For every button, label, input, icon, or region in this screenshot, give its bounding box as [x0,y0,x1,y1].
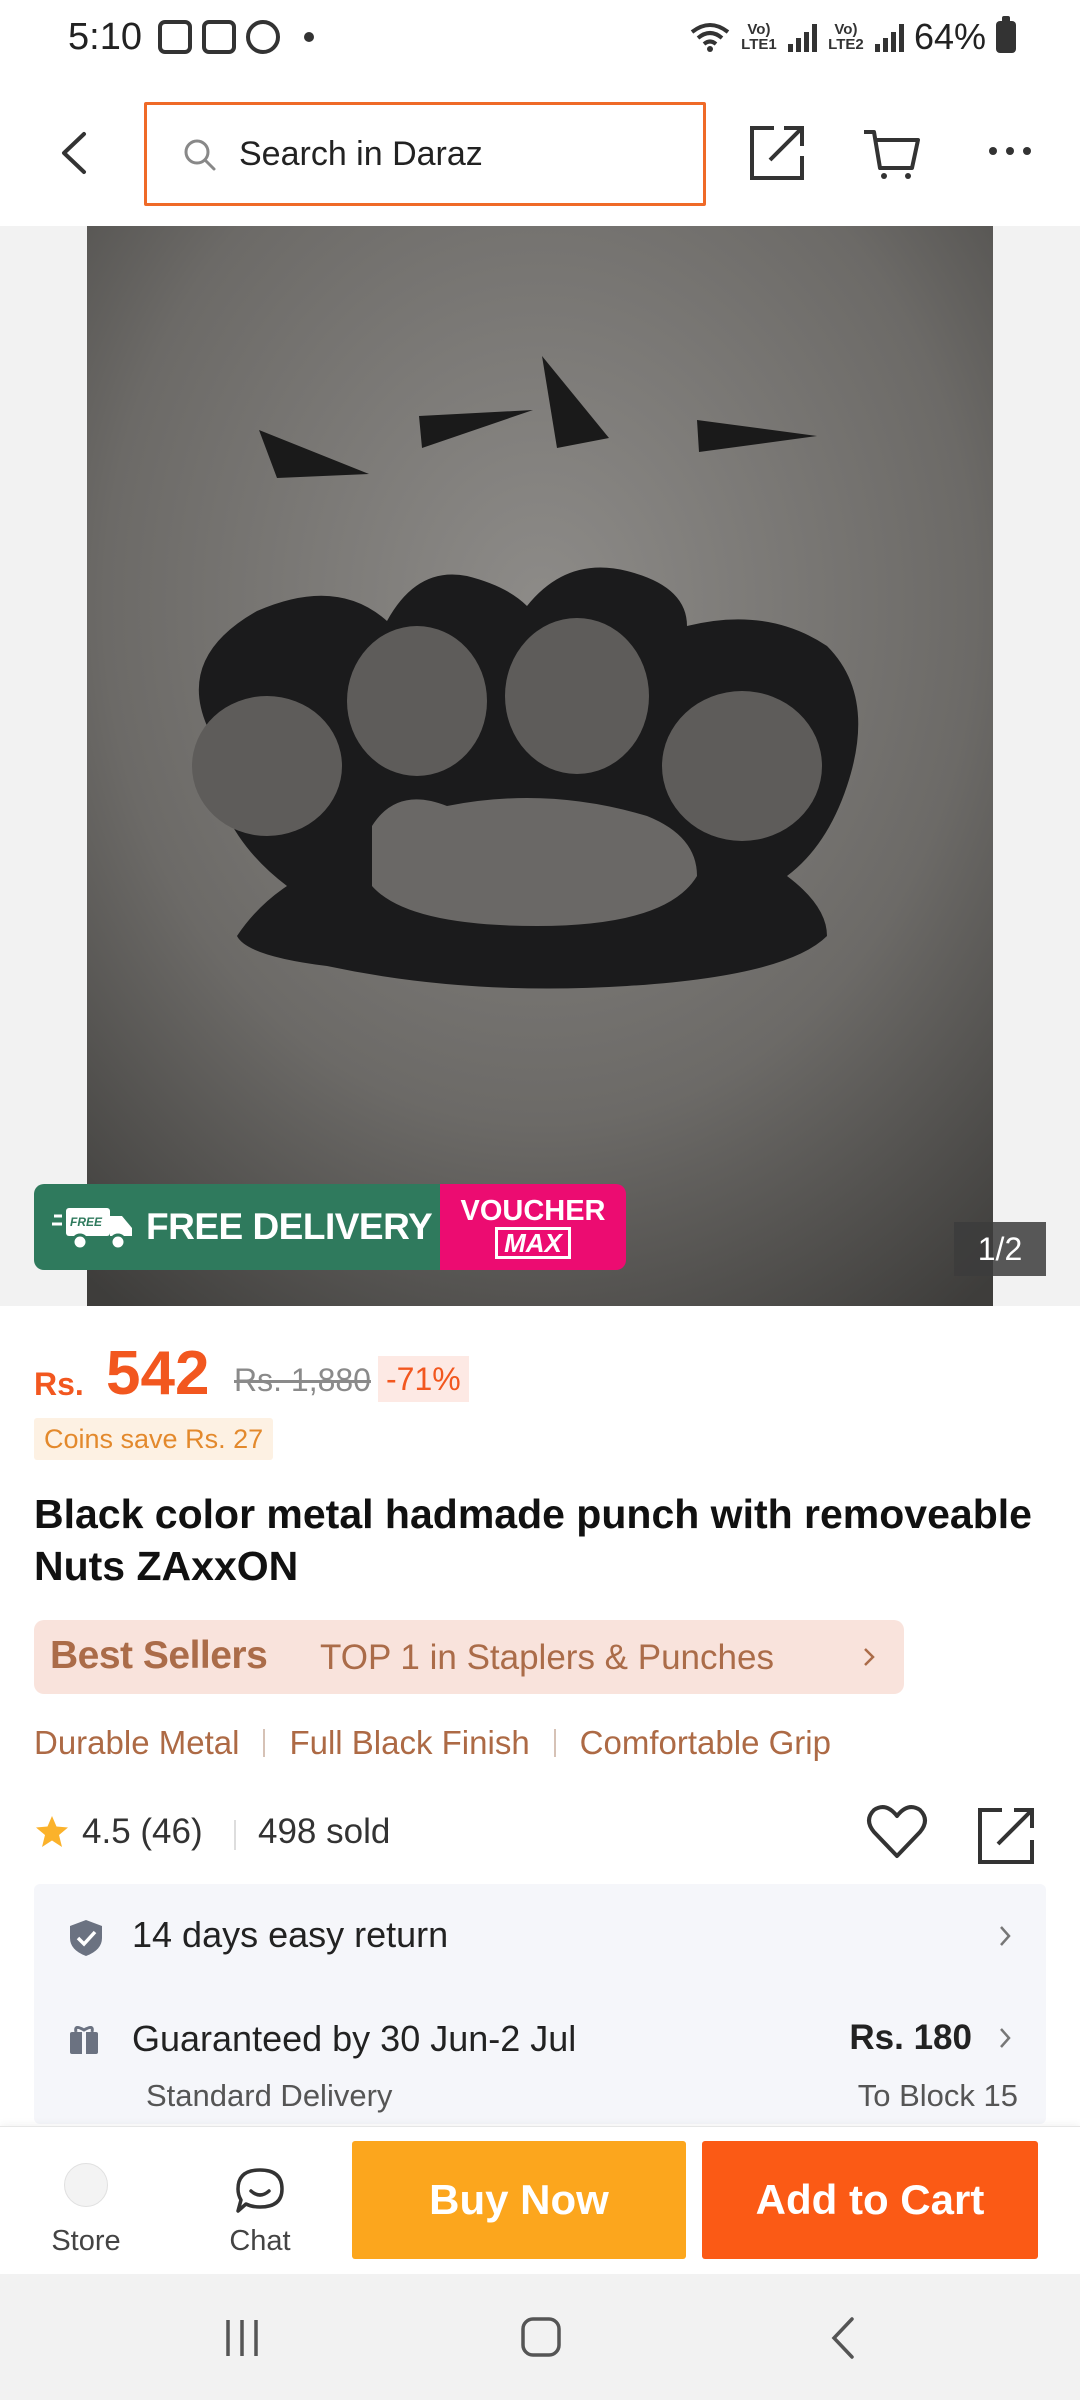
battery-percent: 64% [913,16,986,57]
heart-icon[interactable] [866,1804,928,1860]
cart-icon[interactable] [862,124,920,182]
image-counter: 1/2 [954,1222,1046,1276]
original-price: Rs. 1,880 [234,1362,371,1398]
more-notifications-dot-icon [304,32,314,42]
signal-2-icon [874,22,904,52]
home-icon[interactable] [520,2316,562,2358]
bottom-action-bar: Store Chat Buy Now Add to Cart [0,2126,1080,2274]
rating-score[interactable]: 4.5 (46) [82,1812,203,1852]
lte2-label: Vo) LTE2 [828,21,864,53]
top-header: Search in Daraz [0,80,1080,226]
nav-back-icon[interactable] [830,2316,856,2360]
feature-divider [263,1729,266,1757]
delivery-type: Standard Delivery [146,2078,393,2113]
app-notification-icon [246,20,280,54]
bestsellers-banner[interactable]: Best Sellers TOP 1 in Staplers & Punches [34,1620,904,1694]
promo-banner[interactable]: FREE FREE DELIVERY VOUCHER MAX [34,1184,626,1270]
store-icon [64,2163,108,2207]
notification-icons [158,20,314,54]
feature-tag: Durable Metal [34,1724,240,1761]
chat-button[interactable]: Chat [204,2127,316,2275]
shield-check-icon [70,1920,102,1956]
svg-text:FREE: FREE [70,1215,103,1229]
store-label: Store [51,2225,121,2257]
delivery-fee: Rs. 180 [849,2018,972,2057]
recents-icon[interactable] [222,2318,262,2358]
bestsellers-rank: TOP 1 in Staplers & Punches [320,1638,774,1677]
truck-icon: FREE [52,1208,132,1251]
current-price: 542 [106,1339,210,1408]
lte1-label: Vo) LTE1 [741,21,777,53]
chevron-right-icon [864,1648,875,1666]
product-gallery[interactable]: FREE FREE DELIVERY VOUCHER MAX 1/2 [0,226,1080,1306]
status-right: Vo) LTE1 Vo) LTE2 64% [690,16,1016,58]
store-button[interactable]: Store [30,2127,142,2275]
back-icon[interactable] [56,130,92,176]
feature-tag: Full Black Finish [289,1724,530,1761]
discount-badge: -71% [378,1356,469,1402]
delivery-location: To Block 15 [857,2078,1018,2113]
chat-label: Chat [229,2225,291,2257]
sold-count: 498 sold [258,1812,391,1851]
more-icon[interactable] [988,146,1032,156]
return-policy[interactable]: 14 days easy return [132,1914,448,1956]
delivery-guarantee[interactable]: Guaranteed by 30 Jun-2 Jul [132,2018,576,2060]
price-row: Rs. 542 Rs. 1,880 -71% [34,1338,1044,1408]
product-title: Black color metal hadmade punch with rem… [34,1491,1032,1589]
feature-tags: Durable Metal Full Black Finish Comforta… [34,1724,831,1762]
rating-row: 4.5 (46) 498 sold [34,1804,1046,1864]
chevron-right-icon [1000,2028,1011,2048]
gift-icon [70,2025,98,2054]
gallery-notification-icon [158,20,192,54]
wifi-icon [690,23,730,52]
media-notification-icon [202,20,236,54]
chat-icon [236,2168,284,2213]
voucher-max-label: MAX [495,1226,571,1259]
status-bar: 5:10 Vo) LTE1 Vo) LTE2 64% [0,0,1080,80]
search-input[interactable]: Search in Daraz [144,102,706,206]
search-icon [184,139,216,171]
signal-1-icon [787,22,817,52]
service-box: 14 days easy return Guaranteed by 30 Jun… [34,1884,1046,2124]
voucher-label: VOUCHER [460,1194,606,1227]
feature-tag: Comfortable Grip [579,1724,831,1761]
feature-divider [553,1729,556,1757]
product-image[interactable] [87,226,993,1306]
share-icon[interactable] [976,1804,1038,1866]
coins-save-badge: Coins save Rs. 27 [34,1418,274,1460]
free-delivery-badge: FREE FREE DELIVERY [34,1184,440,1270]
price-currency: Rs. [34,1366,84,1402]
search-placeholder: Search in Daraz [239,135,483,173]
share-icon[interactable] [748,122,808,182]
status-time: 5:10 [68,16,142,58]
battery-icon [996,16,1016,53]
free-delivery-label: FREE DELIVERY [146,1206,433,1247]
voucher-max-badge: VOUCHER MAX [440,1184,626,1270]
add-to-cart-button[interactable]: Add to Cart [702,2141,1038,2259]
buy-now-button[interactable]: Buy Now [352,2141,686,2259]
bestsellers-logo: Best Sellers [50,1634,268,1677]
star-icon [36,1816,68,1847]
system-nav-bar [0,2274,1080,2400]
chevron-right-icon [1000,1926,1011,1946]
rating-divider [234,1820,236,1850]
